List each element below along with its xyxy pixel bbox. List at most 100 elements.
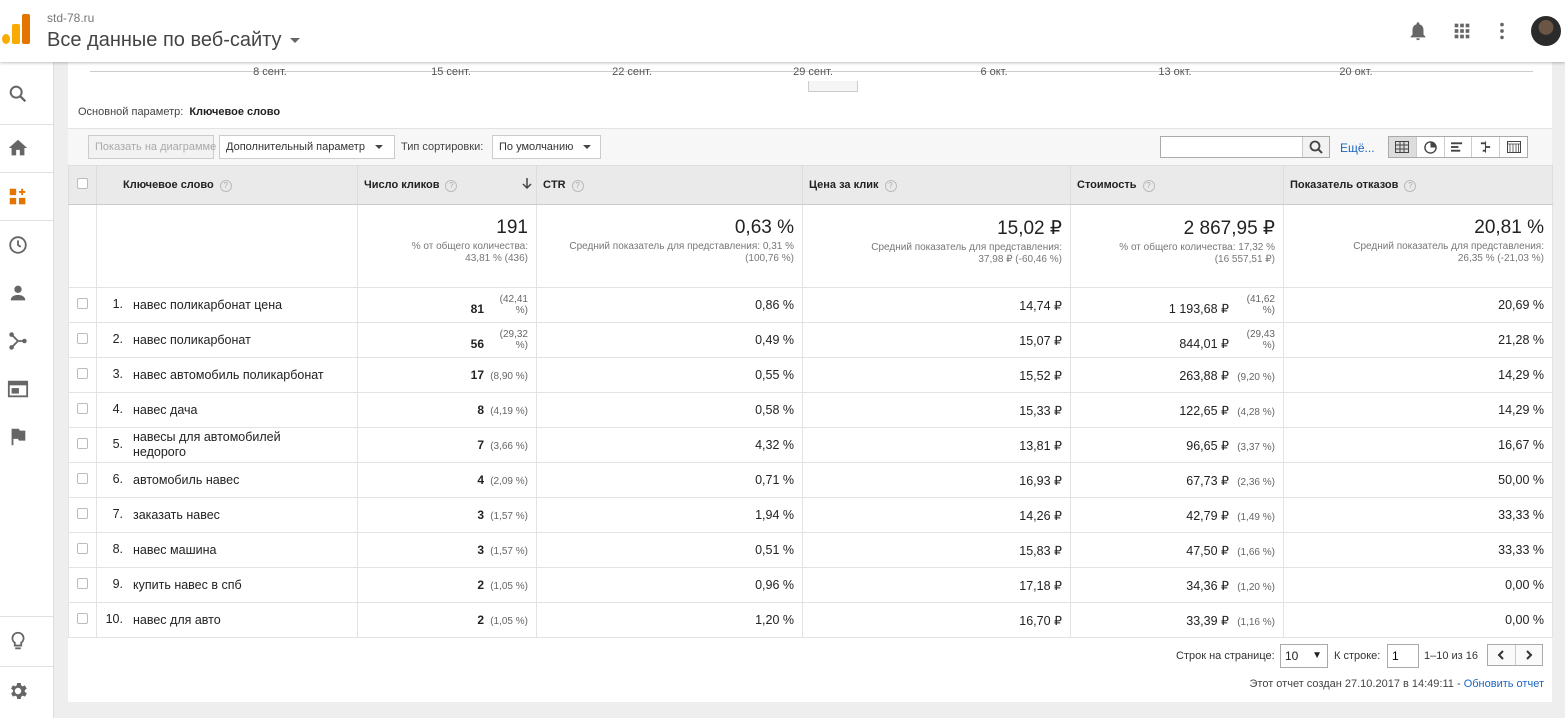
row-checkbox[interactable] bbox=[77, 613, 88, 624]
bounce-cell: 33,33 % bbox=[1283, 497, 1553, 533]
cost-value: 844,01 ₽ bbox=[1179, 337, 1229, 351]
clock-icon[interactable] bbox=[7, 234, 29, 256]
bounce-cell: 16,67 % bbox=[1283, 427, 1553, 463]
grid-view-icon bbox=[1395, 141, 1410, 153]
row-checkbox[interactable] bbox=[77, 543, 88, 554]
analytics-logo-icon[interactable] bbox=[2, 14, 30, 44]
plot-rows-button[interactable]: Показать на диаграмме bbox=[88, 135, 216, 159]
more-vert-icon[interactable] bbox=[1491, 20, 1513, 42]
lightbulb-icon[interactable] bbox=[7, 630, 29, 652]
help-icon[interactable]: ? bbox=[1142, 179, 1155, 192]
gear-icon[interactable] bbox=[7, 680, 29, 702]
cost-percent: (1,49 %) bbox=[1237, 511, 1275, 523]
column-header-bounce[interactable]: Показатель отказов? bbox=[1283, 165, 1553, 205]
table-view-button[interactable] bbox=[1389, 137, 1417, 157]
keyword-text[interactable]: навес дача bbox=[133, 403, 197, 418]
table-row[interactable]: 5. навесы для автомобилей недорого 7 (3,66 %… bbox=[68, 427, 1553, 463]
row-select-cell bbox=[68, 392, 97, 428]
search-input[interactable] bbox=[1161, 137, 1305, 157]
keyword-text[interactable]: заказать навес bbox=[133, 508, 220, 523]
column-header-keyword[interactable]: Ключевое слово? bbox=[96, 165, 358, 205]
bell-icon[interactable] bbox=[1407, 20, 1429, 42]
sort-type-dropdown[interactable]: По умолчанию bbox=[492, 135, 601, 159]
flag-icon[interactable] bbox=[7, 426, 29, 448]
row-checkbox[interactable] bbox=[77, 298, 88, 309]
table-row[interactable]: 9. купить навес в спб 2 (1,05 %) 0,96 % 17,18… bbox=[68, 567, 1553, 603]
column-header-clicks[interactable]: Число кликов? bbox=[357, 165, 537, 205]
comparison-icon bbox=[1481, 141, 1491, 153]
rows-per-page-select[interactable]: 10 ▼ bbox=[1280, 644, 1328, 668]
ctr-cell: 0,49 % bbox=[536, 322, 803, 358]
row-checkbox[interactable] bbox=[77, 438, 88, 449]
select-all-checkbox[interactable] bbox=[77, 178, 88, 189]
clicks-percent: (3,66 %) bbox=[490, 441, 528, 452]
user-icon[interactable] bbox=[7, 282, 29, 304]
row-checkbox[interactable] bbox=[77, 403, 88, 414]
view-selector[interactable]: Все данные по веб-сайту bbox=[47, 29, 300, 52]
clicks-cell: 3 (1,57 %) bbox=[357, 497, 537, 533]
row-checkbox[interactable] bbox=[77, 473, 88, 484]
prev-page-button[interactable] bbox=[1488, 645, 1516, 665]
secondary-dimension-dropdown[interactable]: Дополнительный параметр bbox=[219, 135, 395, 159]
column-header-cost[interactable]: Стоимость? bbox=[1070, 165, 1284, 205]
dashboard-icon[interactable] bbox=[7, 186, 29, 208]
cost-percent: (1,20 %) bbox=[1237, 581, 1275, 593]
table-row[interactable]: 4. навес дача 8 (4,19 %) 0,58 % 15,33 ₽122,65… bbox=[68, 392, 1553, 428]
search-button[interactable] bbox=[1302, 137, 1329, 157]
keyword-text[interactable]: навес автомобиль поликарбонат bbox=[133, 368, 324, 383]
keyword-text[interactable]: навес поликарбонат bbox=[133, 333, 251, 348]
table-row[interactable]: 7. заказать навес 3 (1,57 %) 1,94 % 14,26 ₽42… bbox=[68, 497, 1553, 533]
view-switcher bbox=[1388, 136, 1528, 158]
table-row[interactable]: 3. навес автомобиль поликарбонат 17 (8,90 %… bbox=[68, 357, 1553, 393]
compare-view-button[interactable] bbox=[1472, 137, 1501, 157]
column-header-cpc[interactable]: Цена за клик? bbox=[802, 165, 1071, 205]
column-header-ctr[interactable]: CTR? bbox=[536, 165, 803, 205]
primary-dimension-value[interactable]: Ключевое слово bbox=[189, 106, 280, 118]
refresh-report-link[interactable]: Обновить отчет bbox=[1464, 678, 1544, 690]
keyword-cell: 10. навес для авто bbox=[96, 602, 358, 638]
pie-chart-icon bbox=[1423, 140, 1437, 154]
timeline-label: 6 окт. bbox=[980, 66, 1008, 78]
help-icon[interactable]: ? bbox=[884, 179, 897, 192]
keyword-text[interactable]: навесы для автомобилей недорого bbox=[133, 430, 281, 460]
keyword-text[interactable]: автомобиль навес bbox=[133, 473, 239, 488]
more-link[interactable]: Ещё... bbox=[1340, 141, 1375, 155]
pie-view-button[interactable] bbox=[1417, 137, 1445, 157]
help-icon[interactable]: ? bbox=[445, 179, 458, 192]
apps-grid-icon[interactable] bbox=[1451, 20, 1473, 42]
row-checkbox[interactable] bbox=[77, 578, 88, 589]
table-row[interactable]: 2. навес поликарбонат 56 (29,32 %) 0,49 % 15,… bbox=[68, 322, 1553, 358]
chevron-down-icon bbox=[289, 38, 300, 44]
table-row[interactable]: 6. автомобиль навес 4 (2,09 %) 0,71 % 16,93 ₽… bbox=[68, 462, 1553, 498]
home-icon[interactable] bbox=[7, 137, 29, 159]
left-nav bbox=[0, 62, 54, 718]
search-icon[interactable] bbox=[7, 83, 29, 105]
help-icon[interactable]: ? bbox=[571, 179, 584, 192]
table-row[interactable]: 8. навес машина 3 (1,57 %) 0,51 % 15,83 ₽47,5… bbox=[68, 532, 1553, 568]
avatar[interactable] bbox=[1531, 16, 1561, 46]
keyword-text[interactable]: навес поликарбонат цена bbox=[133, 298, 282, 313]
row-checkbox[interactable] bbox=[77, 368, 88, 379]
behavior-icon[interactable] bbox=[7, 378, 29, 400]
totals-subtext: 43,81 % (436) bbox=[465, 253, 528, 264]
goto-row-input[interactable] bbox=[1387, 644, 1419, 668]
cpc-cell: 14,26 ₽ bbox=[802, 497, 1071, 533]
table-row[interactable]: 1. навес поликарбонат цена 81 (42,41 %) 0,86… bbox=[68, 287, 1553, 323]
rows-per-page-label: Строк на странице: bbox=[1176, 650, 1275, 662]
pivot-view-button[interactable] bbox=[1500, 137, 1527, 157]
table-row[interactable]: 10. навес для авто 2 (1,05 %) 1,20 % 16,70 ₽3… bbox=[68, 602, 1553, 638]
keyword-text[interactable]: купить навес в спб bbox=[133, 578, 242, 593]
help-icon[interactable]: ? bbox=[219, 179, 232, 192]
help-icon[interactable]: ? bbox=[1404, 179, 1417, 192]
bar-view-button[interactable] bbox=[1445, 137, 1473, 157]
next-page-button[interactable] bbox=[1516, 645, 1543, 665]
row-checkbox[interactable] bbox=[77, 508, 88, 519]
row-checkbox[interactable] bbox=[77, 333, 88, 344]
keyword-text[interactable]: навес для авто bbox=[133, 613, 221, 628]
totals-ctr: 0,63 % Средний показатель для представлен… bbox=[536, 204, 803, 288]
acquisition-icon[interactable] bbox=[7, 330, 29, 352]
column-header-label: Показатель отказов bbox=[1290, 178, 1399, 191]
chart-resize-handle[interactable] bbox=[808, 81, 858, 92]
totals-value: 15,02 ₽ bbox=[997, 218, 1062, 239]
keyword-text[interactable]: навес машина bbox=[133, 543, 216, 558]
